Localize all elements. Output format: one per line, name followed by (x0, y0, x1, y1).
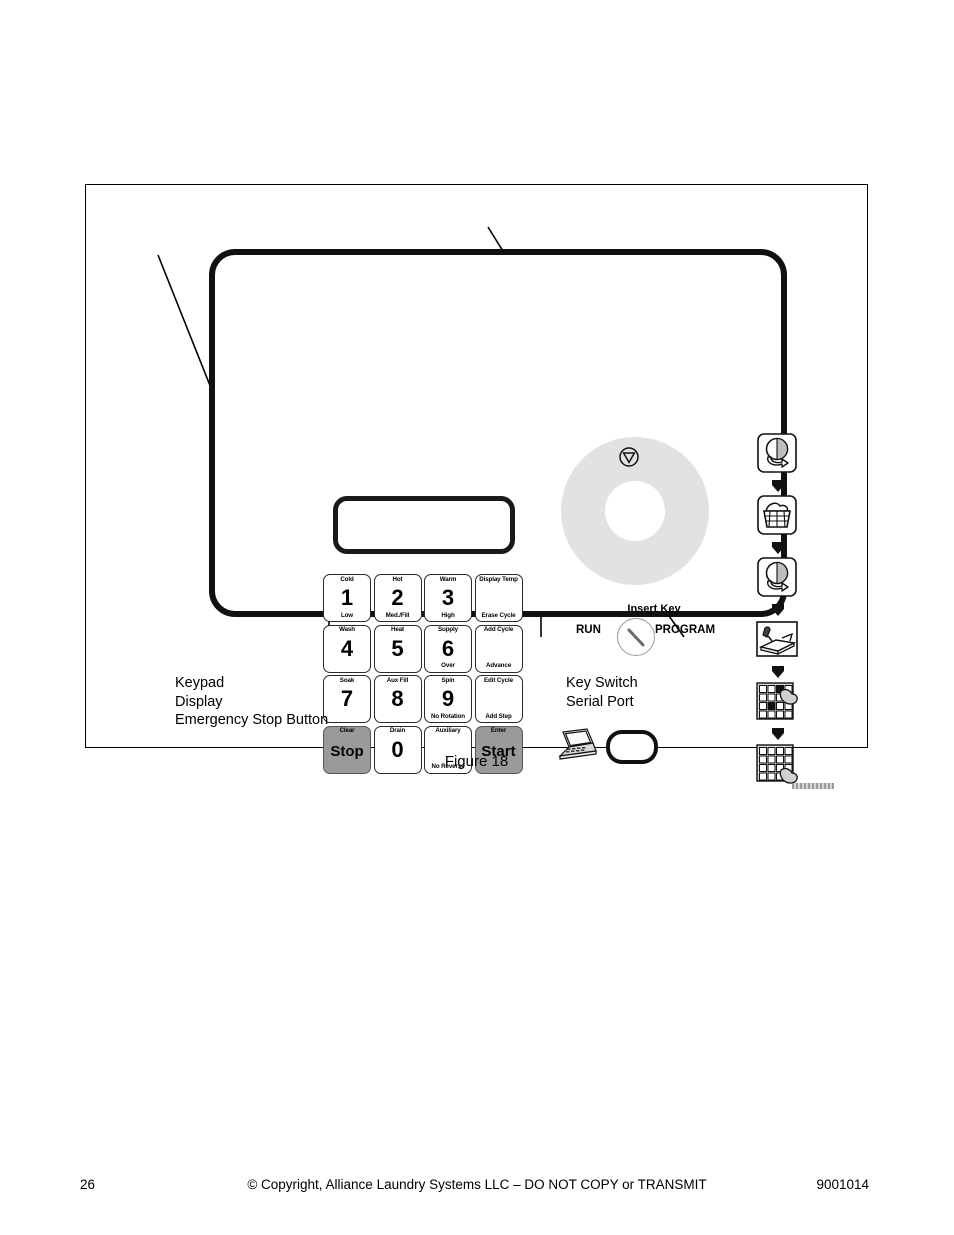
key-display-temp[interactable]: Display Temp Erase Cycle (474, 574, 523, 622)
key-add-cycle[interactable]: Add Cycle Advance (474, 624, 523, 673)
key-start-top-label: Enter (490, 727, 507, 734)
callout-serial-port: Serial Port (566, 693, 634, 710)
down-arrow-icon-3 (772, 604, 784, 616)
down-arrow-icon-4 (772, 666, 784, 678)
key-2[interactable]: Hot 2 Med./Fill (373, 574, 422, 622)
key-2-bottom-label: Med./Fill (385, 611, 410, 619)
key-5-main-label: 5 (391, 635, 404, 661)
figure-box: Cold 1 Low Hot 2 Med./Fill Warm 3 High D… (85, 184, 868, 789)
key-9[interactable]: Spin 9 No Rotation (424, 675, 472, 723)
key-1[interactable]: Cold 1 Low (323, 574, 371, 622)
laundry-basket-icon (757, 495, 797, 535)
key-switch-run-label: RUN (576, 624, 601, 636)
key-8-top-label: Aux Fill (386, 676, 409, 684)
key-8-main-label: 8 (391, 686, 404, 711)
key-3-top-label: Warm (439, 575, 457, 583)
down-arrow-icon-5 (772, 728, 784, 740)
page-footer: 26 © Copyright, Alliance Laundry Systems… (0, 1177, 954, 1197)
fold-linen-icon (756, 621, 798, 657)
select-program-keypad-icon (756, 682, 798, 720)
key-edit-cycle-top-label: Edit Cycle (484, 676, 513, 684)
key-switch-dial[interactable] (617, 618, 655, 656)
down-arrow-icon-1 (772, 480, 784, 492)
key-2-main-label: 2 (391, 585, 404, 610)
key-6-main-label: 6 (441, 635, 455, 661)
unload-drum-icon (757, 557, 797, 597)
key-6-top-label: Supply (437, 626, 459, 633)
emergency-stop-center (605, 481, 665, 541)
key-8[interactable]: Aux Fill 8 (373, 675, 422, 723)
key-stop-top-label: Clear (339, 727, 355, 734)
callout-key-switch: Key Switch (566, 675, 638, 691)
key-5[interactable]: Heat 5 (373, 624, 422, 673)
key-switch-program-label: PROGRAM (655, 624, 716, 636)
load-drum-icon (757, 433, 797, 473)
keypad[interactable]: Cold 1 Low Hot 2 Med./Fill Warm 3 High D… (323, 574, 523, 776)
key-1-top-label: Cold (340, 575, 354, 583)
key-switch-slot-icon (627, 628, 645, 647)
key-2-top-label: Hot (392, 575, 403, 583)
key-edit-cycle[interactable]: Edit Cycle Add Step (474, 675, 523, 723)
key-switch[interactable]: Insert Key RUN PROGRAM (566, 603, 741, 675)
footer-copyright: © Copyright, Alliance Laundry Systems LL… (247, 1177, 707, 1192)
key-5-top-label: Heat (390, 626, 404, 633)
key-3[interactable]: Warm 3 High (424, 574, 472, 622)
callout-labels-right: Key Switch Serial Port (566, 674, 638, 711)
down-arrow-icon-2 (772, 542, 784, 554)
key-1-bottom-label: Low (340, 611, 354, 619)
key-4-top-label: Wash (339, 626, 355, 633)
emergency-stop-symbol-icon (619, 447, 639, 467)
key-3-main-label: 3 (441, 585, 455, 610)
key-display-temp-bottom-label: Erase Cycle (481, 611, 516, 619)
panel-part-number-watermark (792, 783, 834, 789)
callout-emergency-stop-button: Emergency Stop Button (175, 712, 329, 729)
key-4[interactable]: Wash 4 (323, 624, 371, 673)
key-7-main-label: 7 (340, 686, 354, 711)
display-window (333, 496, 515, 554)
key-3-bottom-label: High (441, 611, 455, 619)
key-switch-title: Insert Key (627, 603, 681, 615)
key-9-bottom-label: No Rotation (431, 712, 465, 720)
instruction-icon-column (752, 433, 808, 788)
key-6[interactable]: Supply 6 Over (424, 624, 472, 673)
key-add-cycle-bottom-label: Advance (485, 662, 512, 670)
key-7-top-label: Soak (339, 676, 355, 684)
key-0-top-label: Drain (389, 727, 406, 734)
key-6-bottom-label: Over (441, 662, 455, 670)
key-auxiliary-top-label: Auxiliary (435, 727, 461, 734)
key-9-top-label: Spin (441, 676, 455, 684)
key-7[interactable]: Soak 7 (323, 675, 371, 723)
callout-display: Display (175, 693, 223, 710)
key-edit-cycle-bottom-label: Add Step (485, 712, 512, 720)
key-add-cycle-top-label: Add Cycle (483, 626, 514, 633)
key-display-temp-top-label: Display Temp (479, 575, 518, 583)
key-1-main-label: 1 (340, 585, 354, 610)
key-4-main-label: 4 (340, 635, 354, 661)
callout-labels-left: Keypad Display Emergency Stop Button (175, 674, 328, 730)
footer-document-number: 9001014 (816, 1177, 869, 1192)
key-9-main-label: 9 (441, 686, 455, 711)
emergency-stop-button[interactable] (561, 437, 709, 585)
figure-caption: Figure 18 (444, 753, 509, 770)
callout-keypad: Keypad (175, 675, 225, 691)
